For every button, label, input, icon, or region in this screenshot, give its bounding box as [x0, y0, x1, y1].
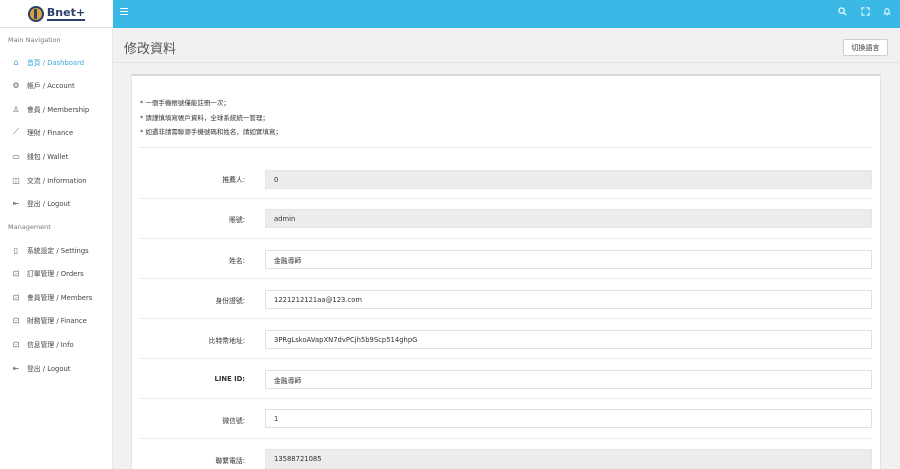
sidebar-item-orders[interactable]: ⊡ 訂單管理 / Orders — [0, 263, 112, 283]
sidebar-item-info[interactable]: ⊡ 信息管理 / Info — [0, 334, 112, 354]
referrer-label: 推薦人: — [222, 176, 245, 184]
sidebar-item-label: 財務管理 / Finance — [27, 317, 87, 325]
id-number-label: 身份證號: — [215, 297, 245, 305]
note-line: * 請謹慎填寫帳戶資料，全球系統統一管理； — [140, 114, 269, 122]
top-navbar: Bnet+ — [0, 0, 900, 28]
puzzle-icon: ⊡ — [12, 292, 20, 302]
sidebar-item-dashboard[interactable]: ⌂ 首頁 / Dashboard — [0, 52, 112, 72]
header-divider — [114, 62, 900, 63]
logo-text: Bnet+ — [46, 5, 86, 21]
sidebar-item-settings[interactable]: ▯ 系統設定 / Settings — [0, 240, 112, 260]
sidebar-item-information[interactable]: ◫ 交流 / Information — [0, 170, 112, 190]
sidebar-item-label: 系統設定 / Settings — [27, 247, 89, 255]
phone-field: 13588721085 — [265, 449, 872, 469]
logout-icon: ⇤ — [12, 198, 20, 208]
sidebar-item-label: 首頁 / Dashboard — [27, 59, 85, 67]
chart-line-icon: ⟋ — [13, 127, 19, 136]
page-title: 修改資料 — [124, 42, 177, 57]
book-icon: ◫ — [12, 175, 20, 185]
name-label: 姓名: — [229, 257, 245, 265]
phone-label: 聯繫電話: — [215, 457, 245, 465]
account-label: 賬號: — [229, 216, 245, 224]
sidebar-item-finance[interactable]: ⟋ 理財 / Finance — [0, 122, 112, 142]
form-divider — [139, 198, 872, 199]
main-navigation-header: Main Navigation — [8, 36, 61, 44]
form-divider — [139, 438, 872, 439]
sidebar-item-finance-mgmt[interactable]: ⊡ 財務管理 / Finance — [0, 310, 112, 330]
logo[interactable]: Bnet+ — [0, 0, 113, 28]
puzzle-icon: ⊡ — [12, 268, 20, 278]
sidebar-item-label: 會員 / Membership — [27, 106, 90, 114]
sidebar-item-logout[interactable]: ⇤ 登出 / Logout — [0, 193, 112, 213]
management-header: Management — [8, 223, 51, 231]
bitcoin-address-input[interactable]: 3PRgLskoAVapXN7dvPCjh5b9Scp514ghpG — [265, 330, 872, 349]
form-divider — [139, 238, 872, 239]
form-divider — [139, 278, 872, 279]
sidebar-item-label: 理財 / Finance — [27, 129, 74, 137]
sidebar-item-label: 登出 / Logout — [27, 200, 71, 208]
sidebar-item-membership[interactable]: ♙ 會員 / Membership — [0, 99, 112, 119]
bitcoin-address-label: 比特幣地址: — [208, 337, 245, 345]
bell-icon[interactable] — [883, 7, 891, 19]
logout-icon: ⇤ — [12, 363, 20, 373]
note-line: * 一個手機帳號僅能註冊一次； — [140, 99, 230, 107]
id-number-input[interactable]: 1221212121aa@123.com — [265, 290, 872, 309]
form-divider — [139, 398, 872, 399]
wechat-input[interactable]: 1 — [265, 409, 872, 428]
line-id-input[interactable]: 金融導師 — [265, 370, 872, 389]
search-icon[interactable] — [838, 7, 847, 19]
form-divider — [139, 147, 872, 148]
wechat-label: 微信號: — [222, 417, 245, 425]
sidebar-item-label: 錢包 / Wallet — [27, 153, 69, 161]
note-line: * 如遇非請需聯源手機號碼和姓名，請如實填寫； — [140, 128, 282, 136]
form-divider — [139, 358, 872, 359]
sidebar: Main Navigation ⌂ 首頁 / Dashboard ⚙ 帳戶 / … — [0, 28, 113, 469]
form-divider — [139, 318, 872, 319]
sidebar-item-label: 登出 / Logout — [27, 365, 71, 373]
sidebar-item-label: 交流 / Information — [27, 177, 87, 185]
sidebar-item-account[interactable]: ⚙ 帳戶 / Account — [0, 75, 112, 95]
sidebar-item-label: 帳戶 / Account — [27, 82, 75, 90]
user-icon: ♙ — [12, 104, 20, 114]
home-icon: ⌂ — [13, 57, 19, 67]
name-input[interactable]: 金融導師 — [265, 250, 872, 269]
sidebar-item-label: 訂單管理 / Orders — [27, 270, 84, 278]
sidebar-item-wallet[interactable]: ▭ 錢包 / Wallet — [0, 146, 112, 166]
settings-icon: ⚙ — [12, 80, 20, 90]
wallet-icon: ▭ — [12, 151, 20, 161]
fullscreen-icon[interactable] — [861, 7, 870, 19]
sidebar-item-label: 會員管理 / Members — [27, 294, 93, 302]
logo-icon — [27, 5, 44, 22]
line-id-label: LINE ID: — [214, 375, 245, 383]
menu-toggle-icon[interactable] — [120, 8, 128, 15]
puzzle-icon: ⊡ — [12, 315, 20, 325]
sidebar-item-logout-mgmt[interactable]: ⇤ 登出 / Logout — [0, 358, 112, 378]
sidebar-item-members[interactable]: ⊡ 會員管理 / Members — [0, 287, 112, 307]
switch-language-button[interactable]: 切換語言 — [843, 39, 888, 56]
document-icon: ▯ — [13, 245, 19, 255]
account-field: admin — [265, 209, 872, 228]
sidebar-item-label: 信息管理 / Info — [27, 341, 74, 349]
puzzle-icon: ⊡ — [12, 339, 20, 349]
referrer-field: 0 — [265, 170, 872, 189]
